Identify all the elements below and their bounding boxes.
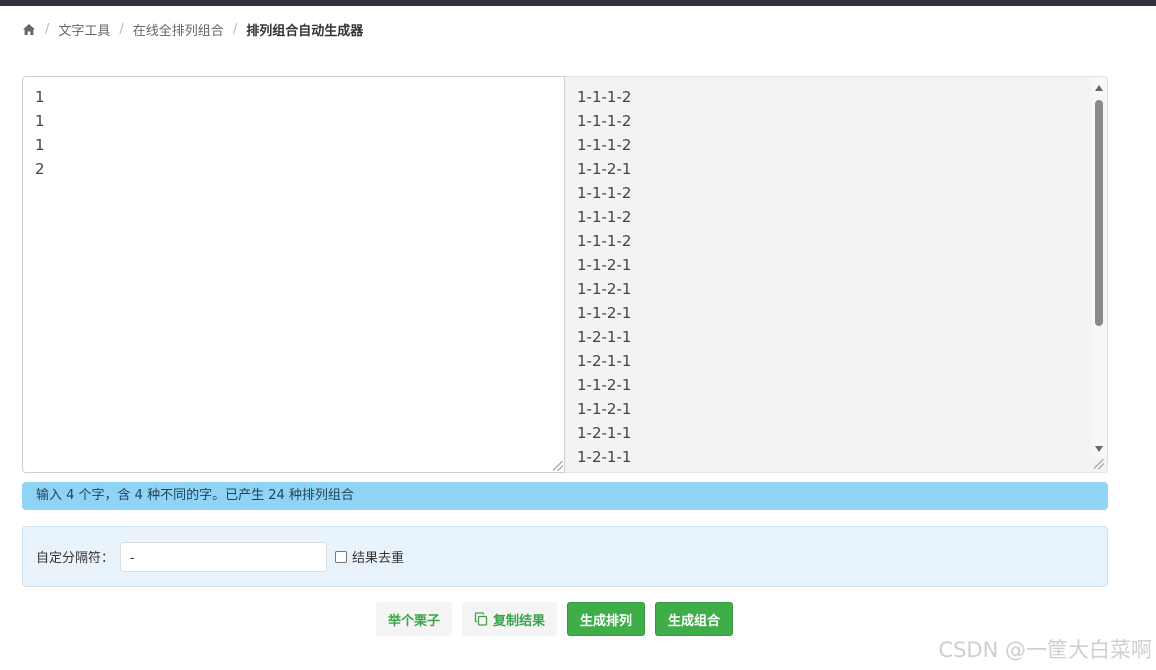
input-resize-handle[interactable]: [553, 461, 563, 471]
breadcrumb-separator: /: [232, 21, 238, 37]
breadcrumb-current: 排列组合自动生成器: [246, 23, 364, 39]
breadcrumb-text-tools[interactable]: 文字工具: [58, 20, 110, 39]
result-textarea[interactable]: 1-1-1-2 1-1-1-2 1-1-1-2 1-1-2-1 1-1-1-2 …: [565, 76, 1108, 473]
result-line: 1-2-1-1: [577, 328, 632, 346]
result-line: 1-1-2-1: [577, 304, 632, 322]
input-line: 1: [35, 136, 45, 154]
example-button-label: 举个栗子: [388, 613, 441, 629]
result-line: 1-1-1-2: [577, 112, 632, 130]
generate-combination-button[interactable]: 生成组合: [655, 602, 734, 636]
input-line: 1: [35, 88, 45, 106]
generate-combination-label: 生成组合: [668, 613, 721, 629]
separator-input[interactable]: [120, 541, 328, 572]
copy-result-button[interactable]: 复制结果: [462, 602, 558, 636]
result-scrollbar[interactable]: [1092, 77, 1107, 458]
generate-permutation-label: 生成排列: [580, 613, 633, 629]
result-line: 1-2-1-1: [577, 448, 632, 466]
status-message: 输入 4 个字，含 4 种不同的字。已产生 24 种排列组合: [22, 482, 1108, 510]
result-line: 1-2-1-1: [577, 424, 632, 442]
result-line: 1-1-2-1: [577, 400, 632, 418]
result-line: 1-1-1-2: [577, 208, 632, 226]
options-panel: 自定分隔符： 结果去重: [22, 526, 1108, 587]
separator-label: 自定分隔符：: [36, 551, 115, 566]
result-line: 1-1-2-1: [577, 160, 632, 178]
result-line: 1-2-1-1: [577, 352, 632, 370]
example-button[interactable]: 举个栗子: [376, 602, 453, 636]
generate-permutation-button[interactable]: 生成排列: [567, 602, 646, 636]
input-line: 2: [35, 160, 45, 178]
copy-result-label: 复制结果: [493, 613, 546, 629]
result-line: 1-1-1-2: [577, 88, 632, 106]
action-buttons: 举个栗子 复制结果 生成排列 生成组合: [376, 602, 734, 636]
dedupe-label[interactable]: 结果去重: [352, 547, 404, 566]
result-line: 1-1-1-2: [577, 136, 632, 154]
result-resize-handle[interactable]: [1094, 459, 1104, 469]
breadcrumb-separator: /: [119, 21, 124, 37]
top-bar: [0, 0, 1156, 6]
result-line: 1-1-2-1: [577, 256, 632, 274]
result-lines: 1-1-1-2 1-1-1-2 1-1-1-2 1-1-2-1 1-1-1-2 …: [565, 77, 1107, 472]
home-icon[interactable]: [22, 22, 36, 36]
csdn-watermark: CSDN @一筐大白菜啊: [938, 638, 1152, 662]
breadcrumb: / 文字工具 / 在线全排列组合 / 排列组合自动生成器: [22, 18, 363, 40]
breadcrumb-online-permutation[interactable]: 在线全排列组合: [133, 20, 224, 39]
dedupe-checkbox[interactable]: [335, 550, 348, 563]
input-line: 1: [35, 112, 45, 130]
result-line: 1-1-2-1: [577, 376, 632, 394]
scrollbar-thumb[interactable]: [1095, 100, 1103, 326]
breadcrumb-separator: /: [45, 21, 50, 37]
copy-icon: [474, 612, 488, 626]
result-line: 1-1-1-2: [577, 184, 632, 202]
input-textarea[interactable]: 1 1 1 2: [22, 76, 565, 473]
scroll-down-arrow-icon[interactable]: [1095, 446, 1103, 452]
scroll-up-arrow-icon[interactable]: [1095, 85, 1103, 91]
result-line: 1-1-2-1: [577, 280, 632, 298]
result-line: 1-1-1-2: [577, 232, 632, 250]
